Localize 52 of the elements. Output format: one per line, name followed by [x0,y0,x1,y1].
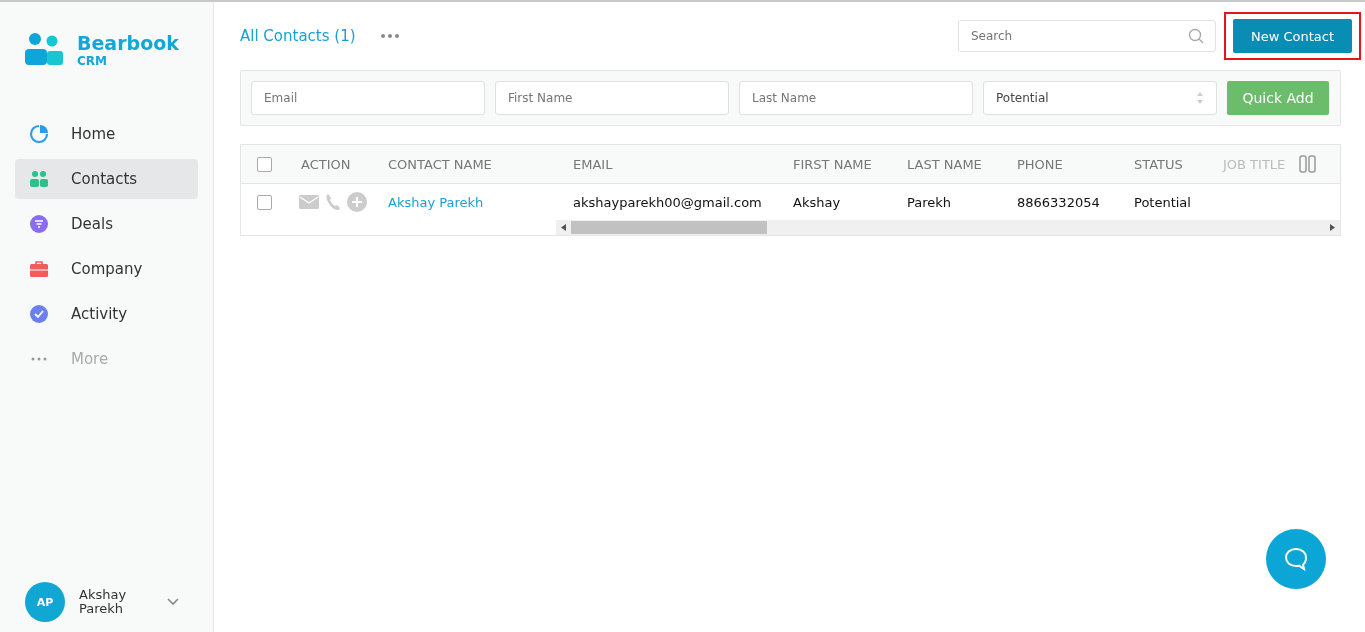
mail-icon[interactable] [299,195,319,209]
user-avatar[interactable]: AP [25,582,65,622]
input-field[interactable]: Email [251,81,485,115]
table-cell: akshayparekh00@gmail.com [573,194,762,210]
column-header[interactable]: EMAIL [559,156,779,172]
column-header[interactable]: PHONE [1003,156,1120,172]
contact-name-link[interactable]: Akshay Parekh [388,194,484,210]
briefcase-icon [29,259,49,279]
pie-chart-icon [29,124,49,144]
phone-icon[interactable] [325,193,341,211]
status-select[interactable]: Potential [983,81,1217,115]
dots-icon [29,357,49,361]
sort-arrows-icon [1196,91,1204,105]
new-contact-button[interactable]: New Contact [1232,19,1352,53]
table-cell: 8866332054 [1017,194,1100,210]
quick-add-button[interactable]: Quick Add [1227,81,1329,115]
scroll-left-icon[interactable] [561,224,566,231]
search-field[interactable]: Search [957,20,1216,52]
chat-button[interactable] [1266,529,1326,589]
column-header[interactable]: LAST NAME [893,156,1003,172]
table-cell: Akshay [793,194,841,210]
table-cell: Potential [1134,194,1191,210]
column-header[interactable]: ACTION [287,156,374,172]
people-icon [29,169,49,189]
table-cell: Parekh [907,194,952,210]
input-field[interactable]: Last Name [739,81,973,115]
nav-item[interactable]: More [15,339,198,379]
all-contacts-view-link[interactable]: All Contacts (1) [240,27,356,45]
nav-item[interactable]: Activity [15,294,198,334]
check-circle-icon [29,304,49,324]
user-name: Akshay Parekh [79,588,128,616]
nav-item[interactable]: Company [15,249,198,289]
scroll-right-icon[interactable] [1330,224,1335,231]
more-options-icon[interactable] [379,33,400,39]
nav-item[interactable]: Home [15,114,198,154]
chat-bubble-icon [1283,547,1309,571]
horizontal-scrollbar[interactable] [556,220,1340,235]
column-header[interactable]: FIRST NAME [779,156,893,172]
brand-name: Bearbook [77,32,179,54]
nav-item[interactable]: Deals [15,204,198,244]
chevron-down-icon[interactable] [167,598,179,606]
filter-icon [29,214,49,234]
nav-item[interactable]: Contacts [15,159,198,199]
columns-icon[interactable] [1299,155,1317,173]
brand-subtitle: CRM [77,54,108,68]
search-icon [1187,28,1204,44]
column-header[interactable]: STATUS [1120,156,1209,172]
column-header[interactable]: CONTACT NAME [374,156,559,172]
input-field[interactable]: First Name [495,81,729,115]
select-all-checkbox[interactable] [256,156,272,172]
row-checkbox[interactable] [256,194,272,210]
add-circle-icon[interactable] [347,192,367,212]
